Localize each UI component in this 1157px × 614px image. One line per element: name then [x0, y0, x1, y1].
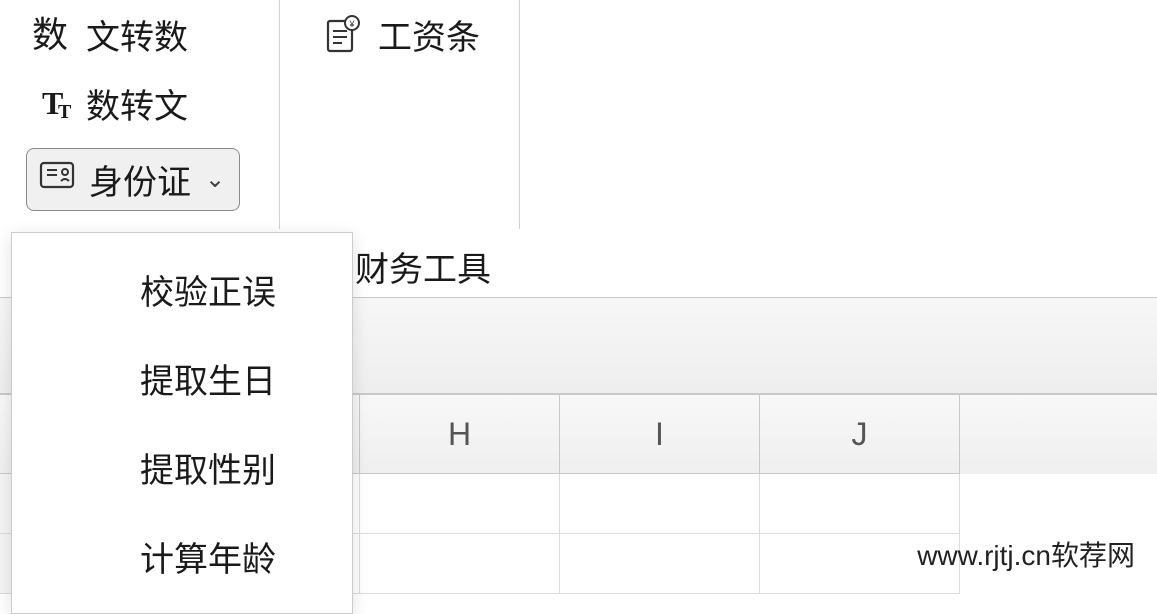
- svg-text:T: T: [58, 101, 72, 123]
- ribbon-toolbar: 数 文转数 T T 数转文: [0, 0, 1157, 229]
- column-header[interactable]: J: [760, 395, 960, 474]
- column-header[interactable]: H: [360, 395, 560, 474]
- cell[interactable]: [560, 474, 760, 534]
- payslip-button[interactable]: ¥ 工资条: [320, 10, 501, 59]
- id-card-dropdown-button[interactable]: 身份证 ⌄: [26, 148, 240, 211]
- id-card-dropdown-menu: 校验正误 提取生日 提取性别 计算年龄: [11, 232, 353, 614]
- svg-text:数: 数: [32, 15, 68, 55]
- id-card-icon: [37, 155, 77, 204]
- svg-text:¥: ¥: [348, 19, 355, 29]
- toolbar-group-finance: ¥ 工资条: [280, 0, 520, 229]
- toolbar-label: 数转文: [86, 79, 188, 128]
- menu-item-extract-gender[interactable]: 提取性别: [12, 423, 352, 512]
- toolbar-label: 文转数: [86, 10, 188, 59]
- text-to-number-button[interactable]: 数 文转数: [28, 10, 261, 59]
- column-header[interactable]: I: [560, 395, 760, 474]
- text-icon: T T: [28, 82, 72, 126]
- cell[interactable]: [360, 534, 560, 594]
- menu-item-calc-age[interactable]: 计算年龄: [12, 512, 352, 601]
- menu-item-verify[interactable]: 校验正误: [12, 245, 352, 334]
- toolbar-label: 工资条: [378, 10, 480, 59]
- number-icon: 数: [28, 13, 72, 57]
- watermark: www.rjtj.cn软荐网: [917, 534, 1135, 574]
- dropdown-label: 身份证: [89, 155, 191, 204]
- payslip-icon: ¥: [320, 13, 364, 57]
- number-to-text-button[interactable]: T T 数转文: [28, 79, 261, 128]
- cell[interactable]: [360, 474, 560, 534]
- menu-item-extract-birthday[interactable]: 提取生日: [12, 334, 352, 423]
- cell[interactable]: [560, 534, 760, 594]
- cell[interactable]: [760, 474, 960, 534]
- toolbar-group-convert: 数 文转数 T T 数转文: [0, 0, 280, 229]
- section-label-finance: 财务工具: [355, 242, 491, 291]
- chevron-down-icon: ⌄: [205, 165, 225, 194]
